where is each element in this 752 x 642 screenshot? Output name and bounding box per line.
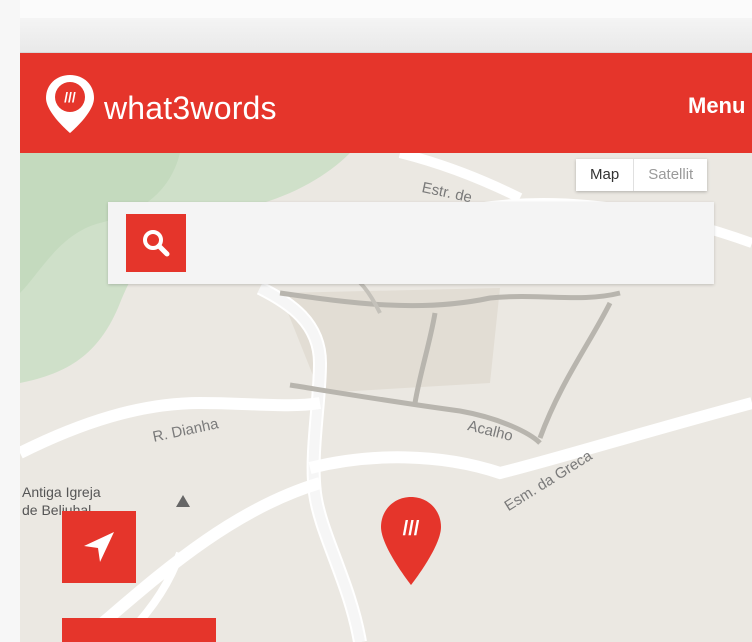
search-bar (108, 202, 714, 284)
brand-name: what3words (104, 90, 277, 126)
landmark-icon (176, 495, 190, 507)
device-bezel-left (0, 0, 20, 642)
phone-screen: /// what3words Menu Map Satellit Estr. d… (0, 0, 752, 642)
map-view[interactable]: Map Satellit Estr. de R. Dianha Acalho E… (20, 153, 752, 642)
bottom-action-button[interactable] (62, 618, 216, 642)
map-type-satellite-button[interactable]: Satellit (633, 159, 707, 191)
browser-toolbar (20, 18, 752, 53)
what3words-map-pin-icon[interactable]: /// (378, 495, 444, 587)
svg-text:///: /// (64, 89, 76, 105)
app-header: /// what3words Menu (20, 53, 752, 153)
menu-button[interactable]: Menu (688, 93, 745, 119)
navigation-arrow-icon (84, 532, 114, 562)
search-icon (143, 230, 170, 257)
search-button[interactable] (126, 214, 186, 272)
device-bezel-top (0, 0, 752, 18)
map-type-map-button[interactable]: Map (576, 159, 633, 191)
poi-label-line: Antiga Igreja (22, 484, 101, 500)
locate-me-button[interactable] (62, 511, 136, 583)
what3words-pin-icon: /// (46, 75, 94, 133)
search-input[interactable] (198, 214, 702, 274)
svg-text:///: /// (403, 518, 420, 540)
map-type-toggle: Map Satellit (576, 159, 708, 191)
